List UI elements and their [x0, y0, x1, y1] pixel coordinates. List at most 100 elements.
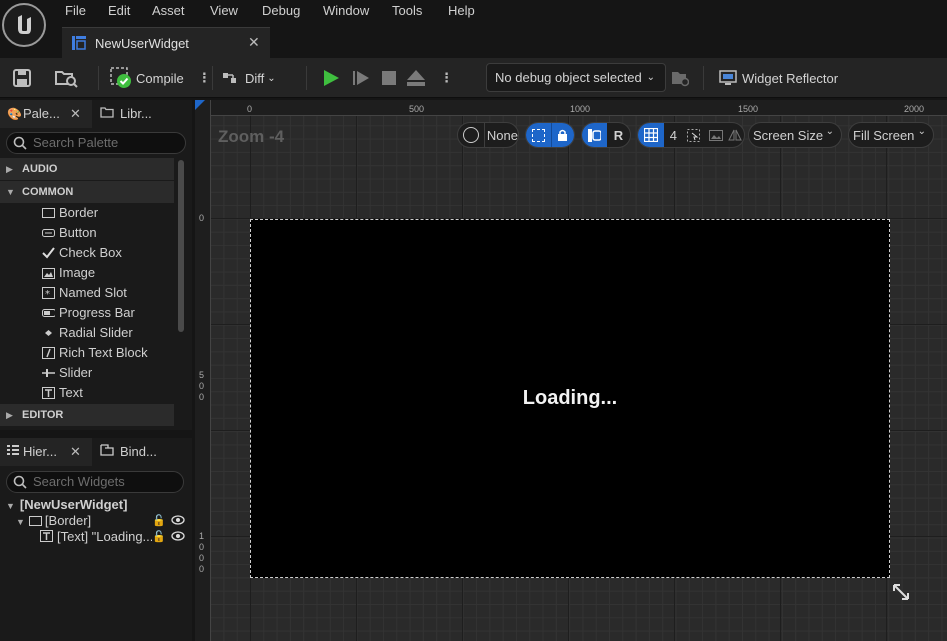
tab-palette-label: Pale...: [23, 106, 60, 121]
globe-icon: [463, 127, 479, 143]
grid-snap-value[interactable]: 4: [664, 128, 684, 143]
diff-button[interactable]: Diff ⌄: [223, 58, 276, 98]
visibility-eye-icon[interactable]: [171, 513, 185, 529]
palette-search-input[interactable]: Search Palette: [6, 132, 186, 154]
border-icon: [28, 514, 45, 530]
ruler-left: 0 500 1000: [195, 100, 211, 641]
marquee-select-icon[interactable]: [526, 123, 551, 147]
chevron-down-icon: ⌄: [646, 72, 655, 83]
visibility-eye-icon[interactable]: [171, 529, 185, 545]
eject-button[interactable]: [406, 58, 426, 98]
browse-button[interactable]: [54, 58, 78, 98]
tree-row-text[interactable]: [Text] "Loading... 🔓: [40, 529, 188, 545]
palette-item-label: Progress Bar: [59, 305, 135, 320]
toolbar: Compile ⋮ Diff ⌄ ⋮ No debug object selec…: [0, 58, 947, 98]
category-audio[interactable]: ▶ AUDIO: [0, 158, 174, 180]
play-button[interactable]: [322, 58, 340, 98]
tab-palette[interactable]: 🎨Pale... ✕: [0, 100, 92, 128]
loading-text[interactable]: Loading...: [251, 220, 889, 577]
folder-icon: [100, 100, 120, 128]
palette-item-label: Rich Text Block: [59, 345, 148, 360]
unreal-logo-icon[interactable]: [2, 3, 46, 47]
stop-button[interactable]: [381, 58, 397, 98]
menu-asset[interactable]: Asset: [152, 3, 185, 19]
palette-item-label: Slider: [59, 365, 93, 380]
menu-edit[interactable]: Edit: [108, 3, 130, 19]
palette-item-rich-text-block[interactable]: Rich Text Block: [42, 343, 148, 363]
button-icon: [42, 227, 55, 239]
tree-border-label: [Border]: [44, 513, 92, 528]
chevron-down-icon: ▼: [6, 187, 15, 197]
tree-row-border[interactable]: ▼ [Border] 🔓: [16, 513, 188, 529]
radial-slider-icon: [42, 327, 55, 339]
palette-item-label: Text: [59, 385, 83, 400]
flip-direction-icon[interactable]: [726, 129, 744, 141]
zoom-label: Zoom -4: [218, 127, 285, 146]
close-tab-icon[interactable]: ✕: [248, 34, 260, 51]
ruler-label: 0: [199, 213, 205, 223]
category-common[interactable]: ▼ COMMON: [0, 181, 174, 203]
pick-widget-icon[interactable]: [683, 128, 705, 142]
tab-hierarchy[interactable]: Hier... ✕: [0, 438, 92, 466]
save-icon: [13, 69, 31, 87]
play-options-icon[interactable]: ⋮: [440, 58, 453, 98]
widget-canvas[interactable]: Loading...: [250, 219, 890, 578]
palette-scrollbar[interactable]: [178, 160, 184, 332]
lock-icon[interactable]: [550, 123, 574, 147]
ruler-label: 1500: [738, 104, 759, 114]
menu-file[interactable]: File: [65, 3, 86, 19]
grid-snap-icon[interactable]: [638, 123, 664, 147]
palette-item-check-box[interactable]: Check Box: [42, 243, 122, 263]
palette-item-text[interactable]: Text: [42, 383, 83, 403]
save-button[interactable]: [12, 58, 32, 98]
respect-locks-button[interactable]: R: [607, 128, 630, 143]
debug-object-select[interactable]: No debug object selected ⌄: [486, 63, 666, 92]
designer-viewport[interactable]: 0 500 1000 1500 2000 0 500 1000 Zoom -4 …: [195, 100, 947, 641]
palette-item-slider[interactable]: Slider: [42, 363, 92, 383]
menu-view[interactable]: View: [210, 3, 238, 19]
grid-snap-group: 4: [637, 122, 745, 148]
category-editor[interactable]: ▶ EDITOR: [0, 404, 174, 426]
step-button[interactable]: [352, 58, 370, 98]
screen-size-select[interactable]: Screen Size ⌄: [748, 122, 842, 148]
palette-icon: 🎨: [7, 107, 22, 121]
widget-reflector-button[interactable]: Widget Reflector: [719, 58, 838, 98]
tab-bindings[interactable]: Bind...: [94, 438, 192, 466]
palette-item-label: Check Box: [59, 245, 122, 260]
palette-item-label: Image: [59, 265, 96, 280]
palette-item-label: Button: [59, 225, 97, 240]
menu-debug[interactable]: Debug: [262, 3, 300, 19]
compile-check-icon: [110, 67, 131, 88]
tree-row-root[interactable]: ▼ [NewUserWidget]: [6, 497, 127, 513]
lock-icon[interactable]: 🔓: [152, 513, 166, 529]
compile-button[interactable]: Compile ⋮: [110, 58, 211, 98]
step-icon: [353, 71, 369, 85]
palette-item-button[interactable]: Button: [42, 223, 97, 243]
background-image-icon[interactable]: [705, 129, 727, 141]
palette-item-progress-bar[interactable]: Progress Bar: [42, 303, 135, 323]
palette-item-named-slot[interactable]: * Named Slot: [42, 283, 127, 303]
widget-search-input[interactable]: Search Widgets: [6, 471, 184, 493]
document-tab[interactable]: NewUserWidget ✕: [62, 27, 270, 58]
palette-item-border[interactable]: Border: [42, 203, 98, 223]
debug-browse-button[interactable]: [671, 58, 689, 98]
lock-icon[interactable]: 🔓: [152, 529, 166, 545]
compile-options-icon[interactable]: ⋮: [198, 70, 211, 86]
widget-reflector-icon: [719, 70, 737, 85]
menu-window[interactable]: Window: [323, 3, 369, 19]
fill-screen-select[interactable]: Fill Screen ⌄: [848, 122, 934, 148]
bindings-icon: [100, 438, 120, 466]
localization-preview-select[interactable]: None: [457, 122, 519, 148]
palette-item-radial-slider[interactable]: Radial Slider: [42, 323, 133, 343]
tab-bindings-label: Bind...: [120, 444, 157, 459]
close-tab-icon[interactable]: ✕: [70, 438, 81, 466]
menu-help[interactable]: Help: [448, 3, 475, 19]
checkbox-icon: [42, 247, 55, 259]
resize-handle-icon[interactable]: [891, 582, 911, 607]
close-tab-icon[interactable]: ✕: [70, 100, 81, 128]
chevron-down-icon: ⌄: [825, 126, 834, 137]
tab-library[interactable]: Libr...: [94, 100, 192, 128]
menu-tools[interactable]: Tools: [392, 3, 422, 19]
outline-mode-icon[interactable]: [582, 123, 607, 147]
palette-item-image[interactable]: Image: [42, 263, 95, 283]
